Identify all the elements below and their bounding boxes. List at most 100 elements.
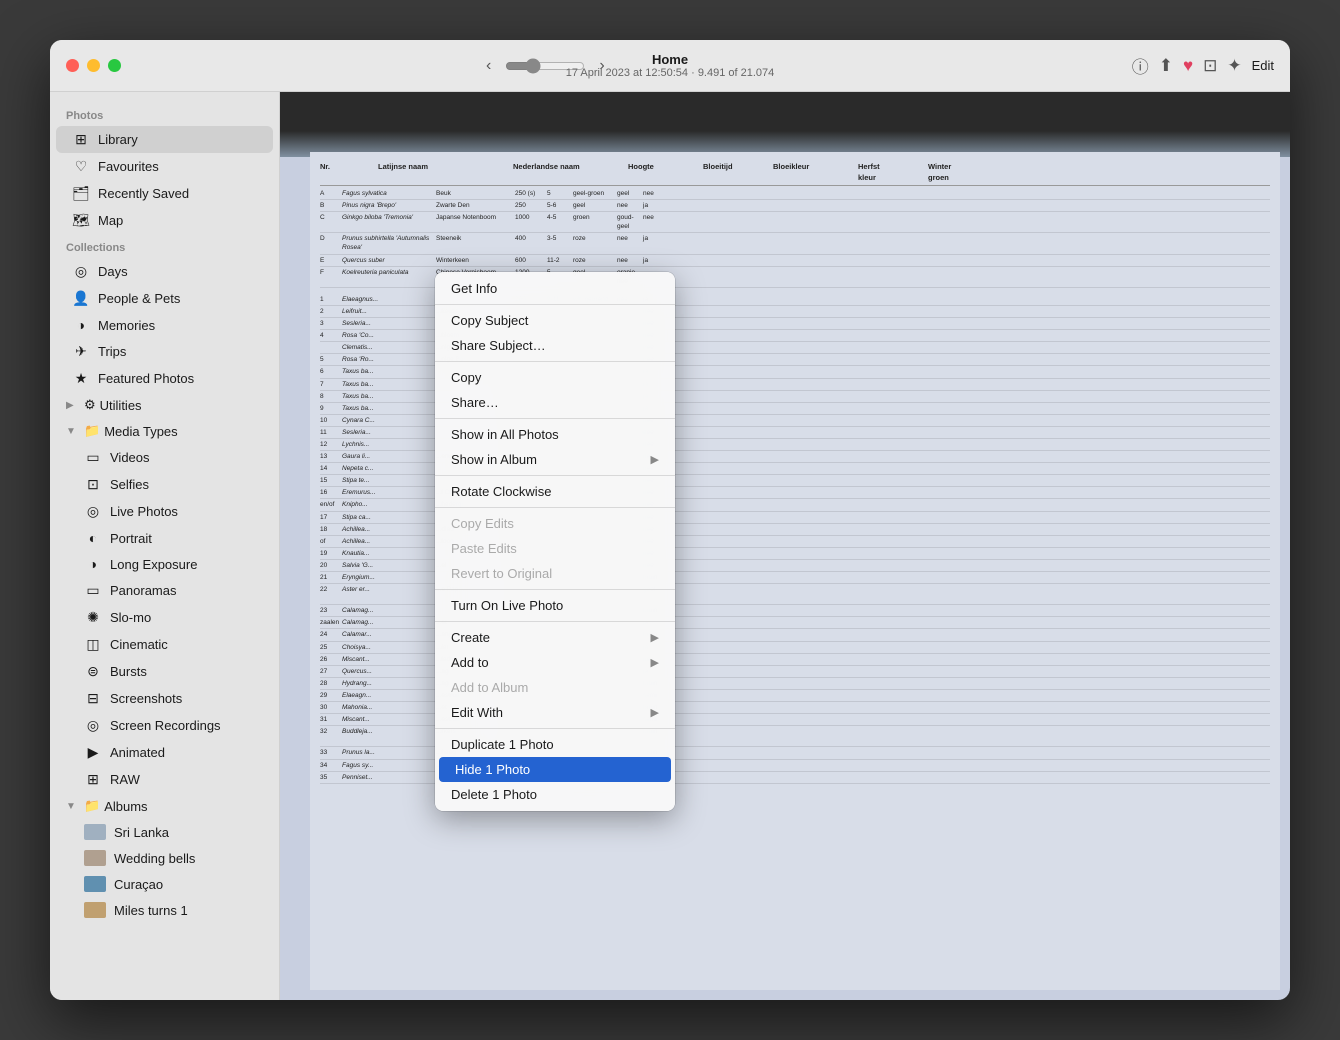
sidebar-item-live-photos[interactable]: ◎ Live Photos [56, 498, 273, 525]
cm-share[interactable]: Share… [435, 390, 675, 415]
cm-add-to[interactable]: Add to ▶ [435, 650, 675, 675]
sidebar-label-slo-mo: Slo-mo [110, 610, 151, 625]
sidebar-item-cinematic[interactable]: ◫ Cinematic [56, 631, 273, 658]
back-button[interactable]: ‹ [480, 55, 497, 77]
sidebar-item-recently-saved[interactable]: 🗂 Recently Saved [56, 180, 273, 207]
crop-icon[interactable]: ⊡ [1203, 56, 1217, 76]
cm-duplicate[interactable]: Duplicate 1 Photo [435, 732, 675, 757]
cm-paste-edits: Paste Edits [435, 536, 675, 561]
sidebar-item-screenshots[interactable]: ⊟ Screenshots [56, 685, 273, 712]
sidebar-item-wedding-bells[interactable]: Wedding bells [56, 845, 273, 871]
slo-mo-icon: ✺ [84, 609, 102, 626]
cm-revert-label: Revert to Original [451, 566, 552, 581]
cm-delete-label: Delete 1 Photo [451, 787, 537, 802]
context-menu: Get Info Copy Subject Share Subject… Cop… [435, 272, 675, 811]
cm-delete[interactable]: Delete 1 Photo [435, 782, 675, 807]
cm-show-in-album[interactable]: Show in Album ▶ [435, 447, 675, 472]
map-icon: 🗺 [72, 212, 90, 229]
sidebar-label-wedding-bells: Wedding bells [114, 851, 195, 866]
cm-show-all-label: Show in All Photos [451, 427, 559, 442]
album-thumb-curacao [84, 876, 106, 892]
album-thumb-wedding [84, 850, 106, 866]
add-to-arrow: ▶ [651, 656, 659, 669]
info-icon[interactable]: ⓘ [1132, 53, 1149, 78]
sidebar-label-featured-photos: Featured Photos [98, 371, 194, 386]
trips-icon: ✈ [72, 343, 90, 360]
sidebar-section-photos: Photos [50, 102, 279, 126]
sidebar-item-favourites[interactable]: ♡ Favourites [56, 153, 273, 180]
cm-show-in-all-photos[interactable]: Show in All Photos [435, 422, 675, 447]
cm-turn-on-live-photo[interactable]: Turn On Live Photo [435, 593, 675, 618]
cm-rotate-label: Rotate Clockwise [451, 484, 551, 499]
sidebar-label-media-types: Media Types [104, 424, 177, 439]
cm-hide[interactable]: Hide 1 Photo [439, 757, 671, 782]
sidebar-item-curacao[interactable]: Curaçao [56, 871, 273, 897]
adjust-icon[interactable]: ✦ [1227, 56, 1241, 76]
sidebar-item-videos[interactable]: ▭ Videos [56, 444, 273, 471]
sidebar-label-sri-lanka: Sri Lanka [114, 825, 169, 840]
sidebar-item-days[interactable]: ◎ Days [56, 258, 273, 285]
raw-icon: ⊞ [84, 771, 102, 788]
photo-content: Nr. Latijnse naam Nederlandse naam Hoogt… [280, 92, 1290, 1000]
sidebar-item-map[interactable]: 🗺 Map [56, 207, 273, 234]
cm-sep-2 [435, 361, 675, 362]
photo-area: Nr. Latijnse naam Nederlandse naam Hoogt… [280, 92, 1290, 1000]
sidebar-label-memories: Memories [98, 318, 155, 333]
sidebar-label-trips: Trips [98, 344, 126, 359]
sidebar-item-screen-recordings[interactable]: ◎ Screen Recordings [56, 712, 273, 739]
edit-button[interactable]: Edit [1252, 58, 1274, 73]
sidebar-label-screenshots: Screenshots [110, 691, 182, 706]
sidebar-group-utilities[interactable]: ▶ ⚙ Utilities [56, 392, 273, 418]
sidebar-item-trips[interactable]: ✈ Trips [56, 338, 273, 365]
favourite-icon[interactable]: ♥ [1183, 56, 1193, 76]
sidebar: Photos ⊞ Library ♡ Favourites 🗂 Recently… [50, 92, 280, 1000]
cm-copy-subject[interactable]: Copy Subject [435, 308, 675, 333]
portrait-icon: ◐ [84, 530, 102, 546]
sidebar-item-library[interactable]: ⊞ Library [56, 126, 273, 153]
sidebar-item-panoramas[interactable]: ▭ Panoramas [56, 577, 273, 604]
cm-copy[interactable]: Copy [435, 365, 675, 390]
featured-icon: ★ [72, 370, 90, 387]
titlebar-center: Home 17 April 2023 at 12:50:54 · 9.491 o… [566, 52, 775, 79]
minimize-button[interactable] [87, 59, 100, 72]
cm-rotate-clockwise[interactable]: Rotate Clockwise [435, 479, 675, 504]
sidebar-item-miles[interactable]: Miles turns 1 [56, 897, 273, 923]
panoramas-icon: ▭ [84, 582, 102, 599]
cm-copy-edits: Copy Edits [435, 511, 675, 536]
cm-sep-1 [435, 304, 675, 305]
cm-revert-to-original: Revert to Original [435, 561, 675, 586]
share-icon[interactable]: ⬆ [1159, 56, 1173, 76]
sidebar-item-raw[interactable]: ⊞ RAW [56, 766, 273, 793]
sidebar-item-long-exposure[interactable]: ◑ Long Exposure [56, 551, 273, 577]
sidebar-item-portrait[interactable]: ◐ Portrait [56, 525, 273, 551]
cm-share-subject[interactable]: Share Subject… [435, 333, 675, 358]
utilities-icon: ⚙ [84, 397, 96, 413]
sidebar-label-screen-recordings: Screen Recordings [110, 718, 221, 733]
bursts-icon: ⊜ [84, 663, 102, 680]
cm-get-info[interactable]: Get Info [435, 276, 675, 301]
sidebar-item-memories[interactable]: ◑ Memories [56, 312, 273, 338]
sidebar-item-slo-mo[interactable]: ✺ Slo-mo [56, 604, 273, 631]
sidebar-item-people-pets[interactable]: 👤 People & Pets [56, 285, 273, 312]
sidebar-item-featured-photos[interactable]: ★ Featured Photos [56, 365, 273, 392]
sidebar-item-selfies[interactable]: ⊡ Selfies [56, 471, 273, 498]
close-button[interactable] [66, 59, 79, 72]
sidebar-item-animated[interactable]: ▶ Animated [56, 739, 273, 766]
create-arrow: ▶ [651, 631, 659, 644]
traffic-lights [50, 59, 121, 72]
cm-edit-with[interactable]: Edit With ▶ [435, 700, 675, 725]
sidebar-group-albums[interactable]: ▼ 📁 Albums [56, 793, 273, 819]
heart-icon: ♡ [72, 158, 90, 175]
albums-icon: 📁 [84, 798, 100, 814]
titlebar: ‹ › Home 17 April 2023 at 12:50:54 · 9.4… [50, 40, 1290, 92]
sidebar-label-animated: Animated [110, 745, 165, 760]
cm-create[interactable]: Create ▶ [435, 625, 675, 650]
sidebar-item-sri-lanka[interactable]: Sri Lanka [56, 819, 273, 845]
sidebar-group-media-types[interactable]: ▼ 📁 Media Types [56, 418, 273, 444]
app-window: ‹ › Home 17 April 2023 at 12:50:54 · 9.4… [50, 40, 1290, 1000]
cm-live-label: Turn On Live Photo [451, 598, 563, 613]
cm-sep-3 [435, 418, 675, 419]
animated-icon: ▶ [84, 744, 102, 761]
maximize-button[interactable] [108, 59, 121, 72]
sidebar-item-bursts[interactable]: ⊜ Bursts [56, 658, 273, 685]
